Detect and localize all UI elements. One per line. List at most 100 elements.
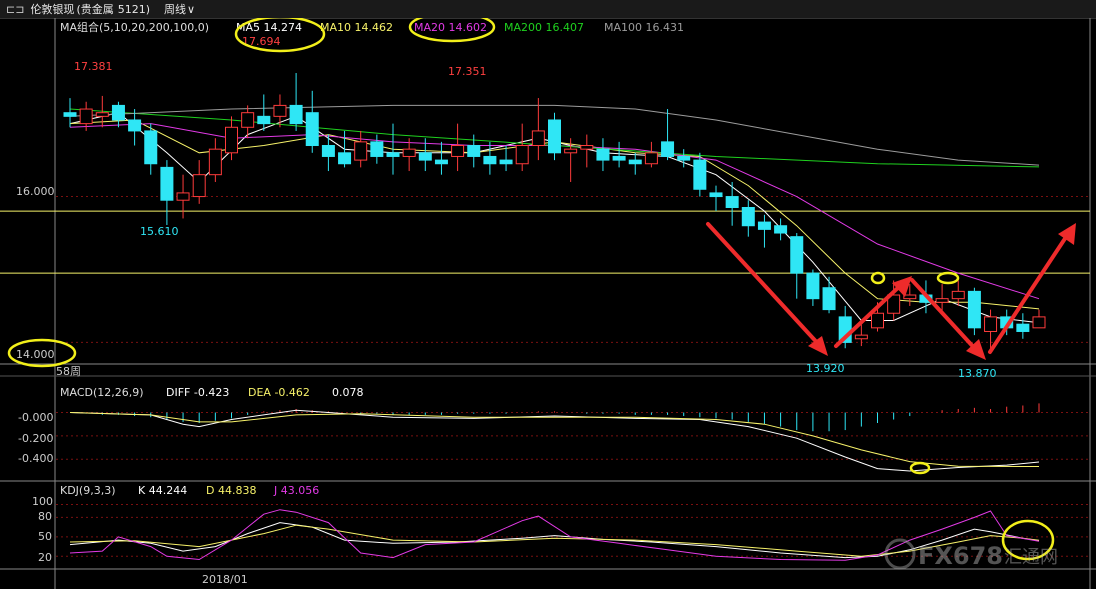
- candle-15: [305, 90, 319, 153]
- kdj-tick-100: 100: [32, 495, 53, 508]
- candle-body: [370, 141, 384, 157]
- chevron-down-icon[interactable]: ∨: [187, 3, 195, 16]
- ma100-label: MA100 16.431: [604, 21, 684, 34]
- candle-body: [757, 221, 771, 230]
- watermark-site: 汇通网: [1004, 547, 1058, 568]
- candle-59: [1016, 313, 1030, 339]
- menu-icon[interactable]: ⊏⊐: [6, 3, 24, 16]
- candle-body: [289, 104, 303, 125]
- candle-body: [79, 108, 93, 125]
- arrow-up-1: [834, 282, 904, 348]
- candle-body: [951, 290, 965, 300]
- candle-body: [564, 148, 578, 154]
- macd-dea: DEA -0.462: [248, 386, 310, 399]
- candle-6: [160, 160, 174, 226]
- macd-tick-2: -0.400: [18, 452, 53, 465]
- candle-34: [612, 141, 626, 168]
- macd-diff: DIFF -0.423: [166, 386, 229, 399]
- x-date-label: 2018/01: [202, 573, 248, 586]
- candle-14: [289, 73, 303, 131]
- candle-29: [531, 98, 545, 161]
- candle-body: [111, 104, 125, 121]
- candle-7: [176, 174, 190, 219]
- candle-body: [418, 152, 432, 161]
- candle-body: [725, 196, 739, 208]
- candle-28: [515, 123, 529, 172]
- candle-body: [612, 155, 626, 161]
- candle-body: [871, 312, 884, 329]
- kdj-k: K 44.244: [138, 484, 187, 497]
- instrument-code: 5121): [117, 2, 151, 16]
- candle-3: [111, 101, 125, 128]
- candle-body: [628, 159, 642, 165]
- candle-body: [338, 152, 352, 165]
- candle-body: [709, 192, 723, 198]
- candle-12: [257, 94, 271, 131]
- label-15610: 15.610: [140, 225, 179, 238]
- macd-cross-ellipse: [909, 461, 931, 475]
- kdj-tick-50: 50: [38, 530, 52, 543]
- candle-body: [854, 334, 868, 340]
- price-labels: 17.381 17.694 17.351 15.610 13.920 13.87…: [74, 35, 997, 380]
- candle-body: [661, 141, 675, 157]
- horizontal-levels: [0, 210, 1090, 274]
- macd-series: [69, 403, 1040, 472]
- candle-body: [822, 287, 836, 311]
- price-y-axis: 16.000 14.000 58周: [16, 185, 81, 378]
- candle-body: [741, 207, 755, 227]
- candle-body: [434, 159, 448, 165]
- candle-4: [128, 109, 142, 146]
- period-selector[interactable]: 周线: [164, 1, 186, 17]
- candle-60: [1032, 309, 1046, 329]
- macd-name: MACD(12,26,9): [60, 386, 144, 399]
- kdj-legend: KDJ(9,3,3) K 44.244 D 44.838 J 43.056: [60, 484, 319, 497]
- y-tick-16: 16.000: [16, 185, 55, 198]
- stock-chart[interactable]: MA组合(5,10,20,200,100,0) MA5 14.274 MA10 …: [0, 18, 1096, 589]
- candle-body: [483, 155, 497, 165]
- candle-body: [806, 272, 820, 300]
- candle-47: [822, 276, 836, 314]
- candle-body: [451, 145, 465, 157]
- candle-body: [176, 192, 190, 201]
- instrument-category: (贵金属: [76, 3, 114, 16]
- candle-18: [354, 130, 368, 168]
- y-tick-14: 14.000: [16, 348, 55, 361]
- title-bar: ⊏⊐ 伦敦银现 (贵金属 5121) 周线 ∨: [0, 0, 1096, 19]
- candle-40: [709, 185, 723, 212]
- watermark: FX678 汇通网: [884, 538, 1058, 570]
- candle-body: [1032, 316, 1046, 329]
- ma20-label: MA20 14.602: [414, 21, 487, 34]
- kdj-name: KDJ(9,3,3): [60, 484, 116, 497]
- candle-body: [402, 148, 416, 157]
- watermark-brand: FX678: [918, 542, 1003, 570]
- candle-body: [208, 148, 222, 176]
- kdj-series: [69, 509, 1040, 561]
- candle-body: [644, 152, 658, 165]
- candle-body: [354, 141, 368, 161]
- candle-44: [774, 218, 788, 241]
- arrow-down-1-head: [808, 336, 828, 356]
- candle-body: [693, 159, 707, 190]
- candle-23: [434, 141, 448, 175]
- candle-body: [273, 104, 287, 117]
- trend-arrows: [706, 222, 1076, 360]
- candle-24: [451, 123, 465, 172]
- ma200-label: MA200 16.407: [504, 21, 584, 34]
- period-count: 58周: [56, 365, 81, 378]
- candle-body: [580, 145, 594, 150]
- candle-19: [370, 134, 384, 164]
- label-13870: 13.870: [958, 367, 997, 380]
- candles: [63, 73, 1046, 352]
- candle-body: [596, 148, 610, 161]
- candle-body: [774, 225, 788, 234]
- candle-body: [192, 174, 206, 198]
- small-top-ellipse-2: [936, 271, 960, 285]
- instrument-name[interactable]: 伦敦银现: [30, 1, 74, 17]
- kdj-tick-80: 80: [38, 510, 52, 523]
- candle-45: [790, 233, 804, 299]
- candle-32: [580, 134, 594, 168]
- candle-body: [515, 145, 529, 165]
- label-17381: 17.381: [74, 60, 113, 73]
- candle-35: [628, 152, 642, 175]
- label-17351: 17.351: [448, 65, 487, 78]
